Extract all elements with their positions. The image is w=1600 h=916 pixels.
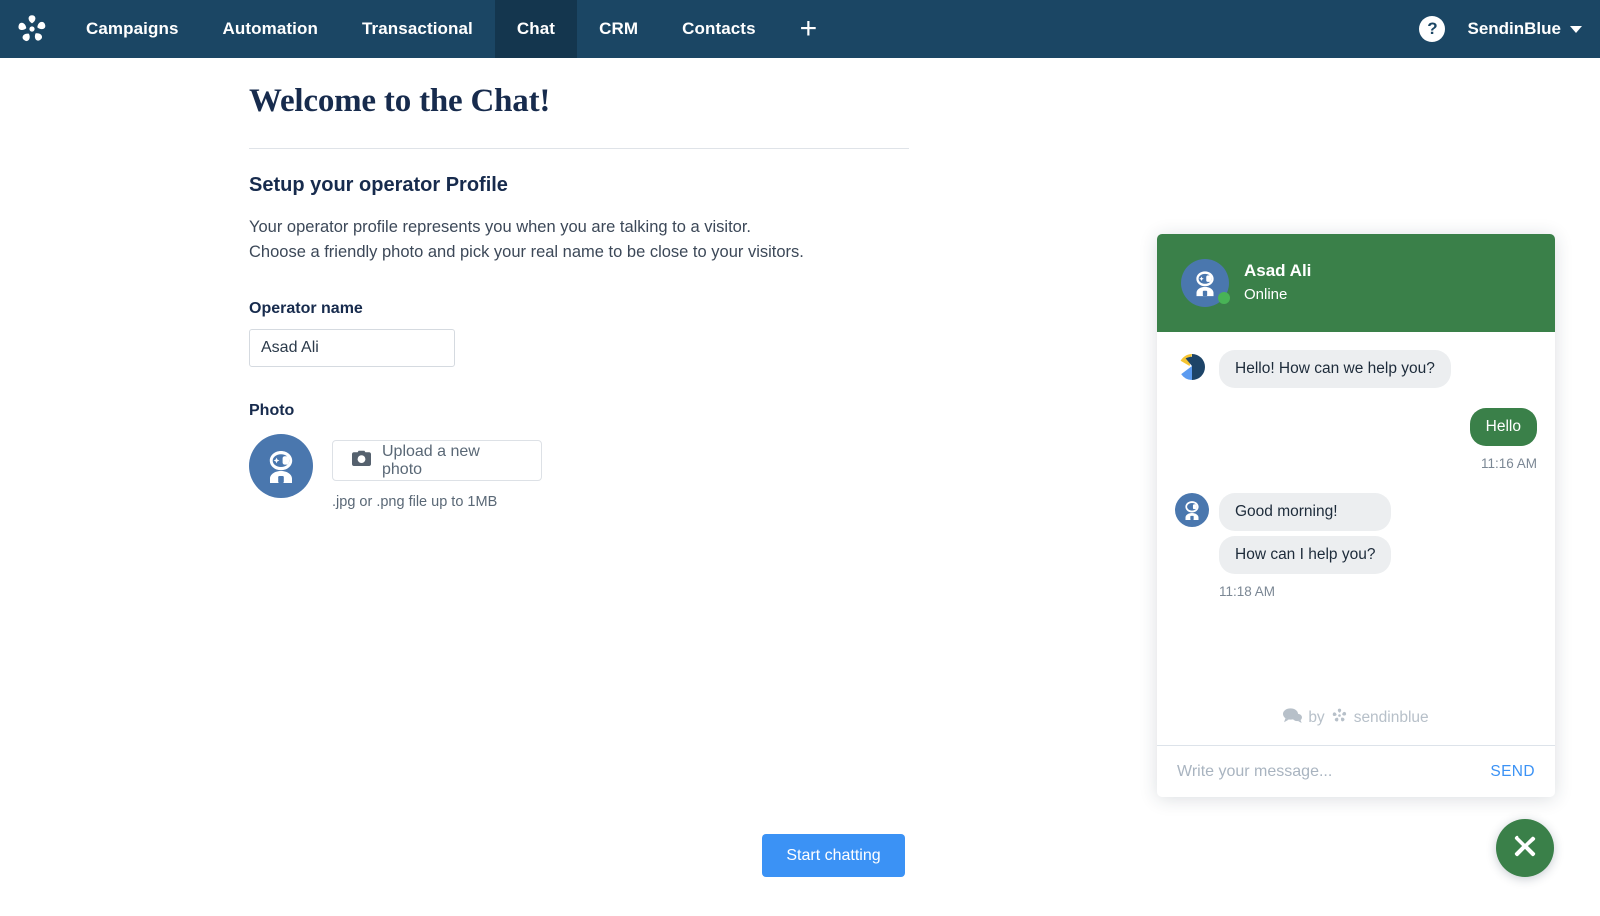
chat-message-group: Hello! How can we help you? bbox=[1219, 350, 1451, 388]
start-chatting-button[interactable]: Start chatting bbox=[762, 834, 905, 877]
chat-bubble: How can I help you? bbox=[1219, 536, 1392, 574]
nav-item-crm[interactable]: CRM bbox=[577, 0, 660, 58]
online-status-dot bbox=[1218, 292, 1230, 304]
chat-message-group: Hello 11:16 AM bbox=[1469, 408, 1537, 471]
chat-header-status: Online bbox=[1244, 286, 1288, 303]
chat-message-in: Good morning! How can I help you? 11:18 … bbox=[1175, 493, 1537, 599]
chat-header-avatar-wrap bbox=[1181, 259, 1230, 307]
nav-item-automation[interactable]: Automation bbox=[201, 0, 340, 58]
sendinblue-logo-icon[interactable] bbox=[0, 0, 64, 58]
chat-message-group: Good morning! How can I help you? 11:18 … bbox=[1219, 493, 1392, 599]
account-menu[interactable]: SendinBlue bbox=[1467, 19, 1582, 39]
nav-item-transactional[interactable]: Transactional bbox=[340, 0, 495, 58]
operator-astronaut-avatar-icon bbox=[1175, 493, 1209, 527]
upload-photo-label: Upload a new photo bbox=[382, 442, 480, 478]
question-mark-icon[interactable]: ? bbox=[1419, 16, 1446, 42]
chat-branding-label: sendinblue bbox=[1353, 709, 1429, 726]
description-line-1: Your operator profile represents you whe… bbox=[249, 218, 752, 236]
chat-header-name: Asad Ali bbox=[1244, 261, 1312, 280]
nav-item-campaigns[interactable]: Campaigns bbox=[64, 0, 201, 58]
section-title: Setup your operator Profile bbox=[249, 174, 508, 196]
chat-input-bar: SEND bbox=[1157, 745, 1555, 797]
close-chat-fab[interactable] bbox=[1496, 819, 1554, 877]
chat-message-in: Hello! How can we help you? bbox=[1175, 350, 1537, 388]
chat-bubble: Hello bbox=[1469, 408, 1537, 446]
chevron-down-icon bbox=[1570, 25, 1582, 33]
section-description: Your operator profile represents you whe… bbox=[249, 215, 949, 265]
main-content: Welcome to the Chat! Setup your operator… bbox=[249, 58, 949, 510]
chat-message-input[interactable] bbox=[1177, 762, 1491, 781]
title-divider bbox=[249, 148, 909, 149]
photo-row: Upload a new photo .jpg or .png file up … bbox=[249, 434, 949, 510]
sendinblue-logo-icon bbox=[1331, 707, 1348, 729]
chat-message-out: Hello 11:16 AM bbox=[1175, 408, 1537, 471]
chat-widget-header: Asad Ali Online bbox=[1157, 234, 1555, 332]
navbar-right: ? SendinBlue bbox=[1419, 0, 1600, 58]
add-tab-button[interactable]: + bbox=[778, 0, 840, 58]
chat-branding-footer: by sendinblue bbox=[1157, 707, 1555, 729]
chat-widget: Asad Ali Online Hello! How can we help y… bbox=[1157, 234, 1555, 797]
chat-bubble: Good morning! bbox=[1219, 493, 1392, 531]
nav-item-contacts[interactable]: Contacts bbox=[660, 0, 778, 58]
navbar-spacer bbox=[839, 0, 1419, 58]
top-navbar: Campaigns Automation Transactional Chat … bbox=[0, 0, 1600, 58]
operator-astronaut-avatar-icon bbox=[249, 434, 313, 498]
upload-photo-button[interactable]: Upload a new photo bbox=[332, 440, 542, 481]
operator-name-input[interactable] bbox=[249, 329, 455, 367]
account-name-label: SendinBlue bbox=[1467, 19, 1561, 38]
camera-icon bbox=[352, 450, 371, 471]
chat-timestamp: 11:16 AM bbox=[1480, 456, 1537, 471]
chat-timestamp: 11:18 AM bbox=[1219, 584, 1276, 599]
chat-bubbles-icon bbox=[1283, 708, 1303, 728]
brand-logo-icon bbox=[1175, 350, 1209, 384]
upload-column: Upload a new photo .jpg or .png file up … bbox=[332, 434, 542, 510]
nav-item-chat[interactable]: Chat bbox=[494, 0, 578, 58]
send-message-button[interactable]: SEND bbox=[1490, 763, 1535, 781]
photo-label: Photo bbox=[249, 402, 295, 419]
chat-message-list[interactable]: Hello! How can we help you? Hello 11:16 … bbox=[1157, 332, 1555, 745]
chat-branding-by-label: by bbox=[1308, 709, 1325, 726]
close-x-icon bbox=[1513, 834, 1537, 863]
chat-header-text: Asad Ali Online bbox=[1244, 260, 1311, 306]
operator-name-label: Operator name bbox=[249, 300, 363, 317]
nav-items: Campaigns Automation Transactional Chat … bbox=[64, 0, 839, 58]
chat-bubble: Hello! How can we help you? bbox=[1219, 350, 1451, 388]
page-title: Welcome to the Chat! bbox=[249, 83, 551, 119]
upload-hint: .jpg or .png file up to 1MB bbox=[332, 494, 498, 510]
description-line-2: Choose a friendly photo and pick your re… bbox=[249, 243, 804, 261]
